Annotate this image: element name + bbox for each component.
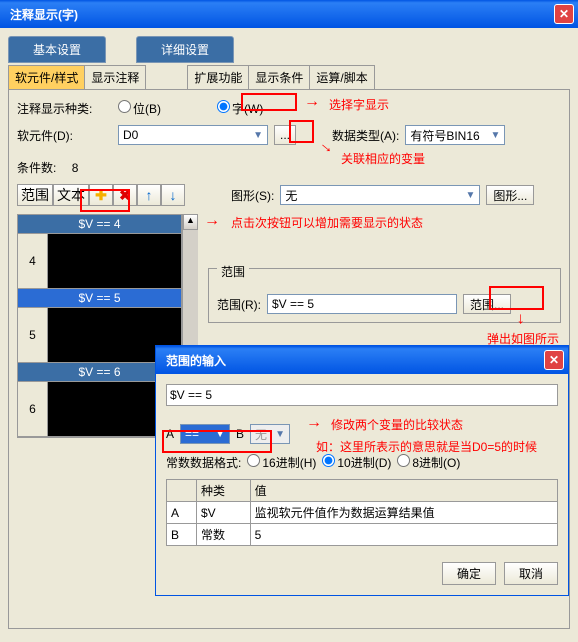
delete-button[interactable]: ✖	[113, 184, 137, 206]
close-icon[interactable]: ✕	[554, 4, 574, 24]
down-button[interactable]: ↓	[161, 184, 185, 206]
radio-dec[interactable]: 10进制(D)	[322, 454, 391, 471]
list-item-head: $V == 5	[18, 289, 181, 308]
display-type-label: 注释显示种类:	[17, 100, 112, 117]
tab-detail[interactable]: 详细设置	[136, 36, 234, 63]
cond-count-label: 条件数:	[17, 159, 56, 176]
cond-count-value: 8	[72, 161, 79, 175]
text-button[interactable]: 文本	[53, 184, 89, 206]
data-type-combo[interactable]: 有符号BIN16▼	[405, 125, 505, 145]
chevron-down-icon: ▼	[215, 429, 225, 440]
add-button[interactable]: ✚	[89, 184, 113, 206]
range-edit-button[interactable]: 范围...	[463, 294, 511, 314]
radio-hex[interactable]: 16进制(H)	[247, 454, 316, 471]
range-expr: $V == 5	[267, 294, 457, 314]
radio-oct[interactable]: 8进制(O)	[397, 454, 460, 471]
shape-label: 图形(S):	[231, 187, 274, 204]
device-combo[interactable]: D0▼	[118, 125, 268, 145]
up-button[interactable]: ↑	[137, 184, 161, 206]
list-item-head: $V == 4	[18, 215, 181, 234]
range-button[interactable]: 范围	[17, 184, 53, 206]
radio-word[interactable]: 字(W)	[217, 100, 263, 117]
chevron-down-icon: ▼	[275, 429, 285, 440]
tab-condition[interactable]: 显示条件	[248, 65, 310, 90]
expr-display: $V == 5	[166, 384, 558, 406]
tab-basic[interactable]: 基本设置	[8, 36, 106, 63]
cancel-button[interactable]: 取消	[504, 562, 558, 585]
tab-component[interactable]: 软元件/样式	[8, 65, 85, 90]
window-title: 注释显示(字)	[4, 6, 554, 23]
device-browse-button[interactable]: ...	[274, 125, 296, 145]
range-group: 范围 范围(R): $V == 5 范围...	[208, 268, 561, 323]
chevron-down-icon: ▼	[490, 130, 500, 141]
tab-extend[interactable]: 扩展功能	[187, 65, 249, 90]
tab-script[interactable]: 运算/脚本	[309, 65, 374, 90]
var-table: 种类值 A$V监视软元件值作为数据运算结果值 B常数5	[166, 479, 558, 546]
annotation: 点击次按钮可以增加需要显示的状态	[231, 214, 423, 231]
annotation: 选择字显示	[329, 96, 389, 113]
annotation: 如：这里所表示的意思就是当D0=5的时候	[316, 438, 537, 455]
b-combo: 无▼	[250, 424, 290, 444]
scroll-up-icon[interactable]: ▲	[183, 214, 198, 230]
chevron-down-icon: ▼	[465, 190, 475, 201]
tab-display-comment[interactable]: 显示注释	[84, 65, 146, 90]
operator-combo[interactable]: ==▼	[180, 424, 230, 444]
dialog-title: 范围的输入	[160, 352, 544, 369]
close-icon[interactable]: ✕	[544, 350, 564, 370]
chevron-down-icon: ▼	[253, 130, 263, 141]
annotation: 关联相应的变量	[341, 150, 425, 167]
format-label: 常数数据格式:	[166, 454, 241, 471]
range-label: 范围(R):	[217, 296, 261, 313]
data-type-label: 数据类型(A):	[332, 127, 399, 144]
table-row: A$V监视软元件值作为数据运算结果值	[167, 502, 558, 524]
annotation: 修改两个变量的比较状态	[331, 416, 463, 433]
shape-browse-button[interactable]: 图形...	[486, 185, 534, 205]
table-row: B常数5	[167, 524, 558, 546]
ok-button[interactable]: 确定	[442, 562, 496, 585]
device-label: 软元件(D):	[17, 127, 112, 144]
shape-combo[interactable]: 无▼	[280, 185, 480, 205]
radio-bit[interactable]: 位(B)	[118, 100, 161, 117]
